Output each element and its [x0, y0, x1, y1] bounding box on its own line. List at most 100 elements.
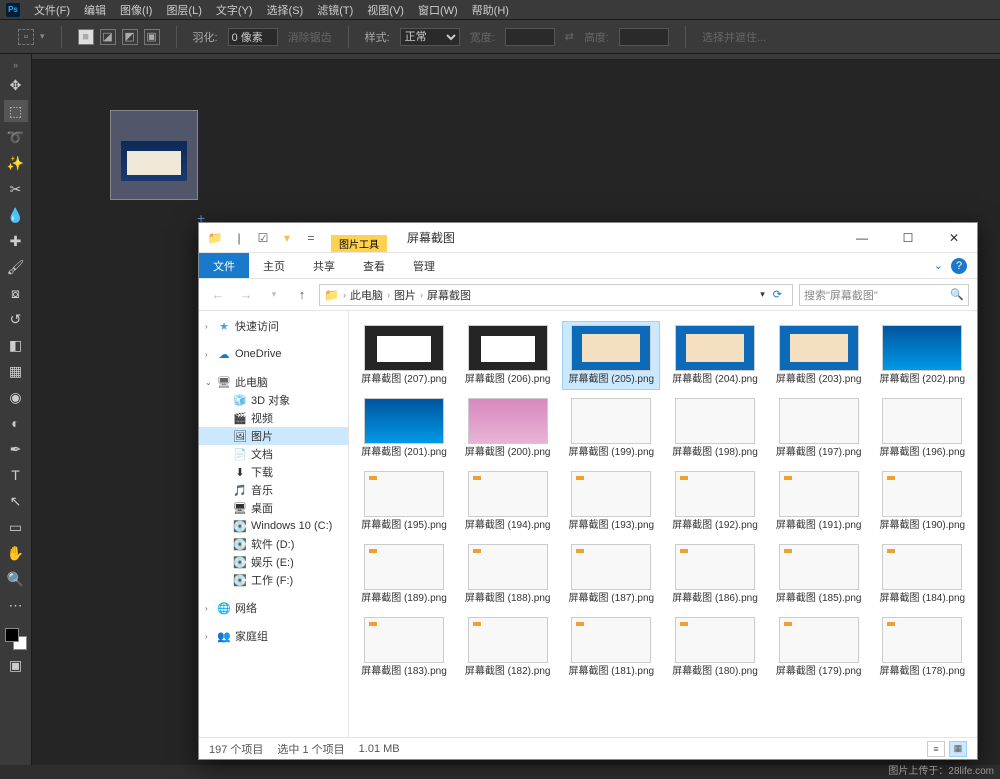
color-swatches[interactable] — [5, 628, 27, 650]
feather-input[interactable] — [228, 28, 278, 46]
file-item[interactable]: 屏幕截图 (201).png — [355, 394, 453, 463]
path-tool[interactable]: ↖ — [4, 490, 28, 512]
move-tool[interactable]: ✥ — [4, 74, 28, 96]
ps-menu-item[interactable]: 滤镜(T) — [317, 2, 353, 18]
selection-intersect-icon[interactable]: ▣ — [144, 29, 160, 45]
file-item[interactable]: 屏幕截图 (203).png — [770, 321, 868, 390]
tree-item[interactable]: 🎬视频 — [199, 409, 348, 427]
ribbon-tab[interactable]: 共享 — [299, 253, 349, 278]
tree-onedrive[interactable]: ›☁OneDrive — [199, 345, 348, 363]
file-item[interactable]: 屏幕截图 (206).png — [459, 321, 557, 390]
ribbon-tab[interactable]: 查看 — [349, 253, 399, 278]
file-item[interactable]: 屏幕截图 (190).png — [873, 467, 971, 536]
tree-item[interactable]: 💽工作 (F:) — [199, 571, 348, 589]
selection-add-icon[interactable]: ◪ — [100, 29, 116, 45]
ps-menu-item[interactable]: 编辑 — [84, 2, 106, 18]
selection-subtract-icon[interactable]: ◩ — [122, 29, 138, 45]
address-dropdown-icon[interactable]: ▾ — [760, 289, 765, 300]
ps-menu-item[interactable]: 选择(S) — [267, 2, 304, 18]
file-item[interactable]: 屏幕截图 (180).png — [666, 613, 764, 682]
brush-tool[interactable]: 🖌 — [4, 256, 28, 278]
file-item[interactable]: 屏幕截图 (194).png — [459, 467, 557, 536]
crumb-screenshots[interactable]: 屏幕截图 — [427, 287, 471, 303]
file-list[interactable]: 屏幕截图 (207).png屏幕截图 (206).png屏幕截图 (205).p… — [349, 311, 977, 737]
dodge-tool[interactable]: ◐ — [4, 412, 28, 434]
ps-menu-item[interactable]: 文字(Y) — [216, 2, 253, 18]
hand-tool[interactable]: ✋ — [4, 542, 28, 564]
tree-item[interactable]: 🧊3D 对象 — [199, 391, 348, 409]
ribbon-tab-manage[interactable]: 管理 — [399, 253, 449, 278]
ribbon-expand-icon[interactable]: ⌄ — [934, 259, 943, 272]
history-brush-tool[interactable]: ↺ — [4, 308, 28, 330]
file-item[interactable]: 屏幕截图 (185).png — [770, 540, 868, 609]
selection-new-icon[interactable]: ■ — [78, 29, 94, 45]
file-item[interactable]: 屏幕截图 (184).png — [873, 540, 971, 609]
tree-item[interactable]: 💽娱乐 (E:) — [199, 553, 348, 571]
crumb-pictures[interactable]: 图片 — [394, 287, 416, 303]
ps-menu-item[interactable]: 视图(V) — [367, 2, 404, 18]
nav-tree[interactable]: ›★快速访问 ›☁OneDrive ⌄🖥此电脑 🧊3D 对象🎬视频🖼图片📄文档⬇… — [199, 311, 349, 737]
file-item[interactable]: 屏幕截图 (186).png — [666, 540, 764, 609]
eraser-tool[interactable]: ◧ — [4, 334, 28, 356]
qat-properties-icon[interactable]: ☑ — [253, 228, 273, 248]
lasso-tool[interactable]: ➰ — [4, 126, 28, 148]
file-item[interactable]: 屏幕截图 (189).png — [355, 540, 453, 609]
crumb-thispc[interactable]: 此电脑 — [350, 287, 383, 303]
tree-homegroup[interactable]: ›👥家庭组 — [199, 627, 348, 645]
heal-tool[interactable]: ✚ — [4, 230, 28, 252]
file-item[interactable]: 屏幕截图 (204).png — [666, 321, 764, 390]
crop-tool[interactable]: ✂ — [4, 178, 28, 200]
qat-customize-icon[interactable]: = — [301, 228, 321, 248]
style-select[interactable]: 正常 — [400, 28, 460, 46]
shape-tool[interactable]: ▭ — [4, 516, 28, 538]
refresh-icon[interactable]: ⟳ — [767, 288, 788, 301]
more-tools[interactable]: ⋯ — [4, 594, 28, 616]
recent-button[interactable]: ▾ — [263, 284, 285, 306]
explorer-titlebar[interactable]: 📁 | ☑ ▾ = 图片工具 屏幕截图 — ☐ ✕ — [199, 223, 977, 253]
tree-item[interactable]: 🖥桌面 — [199, 499, 348, 517]
ribbon-tab[interactable]: 文件 — [199, 253, 249, 278]
ribbon-tab[interactable]: 主页 — [249, 253, 299, 278]
file-item[interactable]: 屏幕截图 (200).png — [459, 394, 557, 463]
blur-tool[interactable]: ◉ — [4, 386, 28, 408]
pen-tool[interactable]: ✒ — [4, 438, 28, 460]
help-icon[interactable]: ? — [951, 258, 967, 274]
qat-newfolder-icon[interactable]: ▾ — [277, 228, 297, 248]
file-item[interactable]: 屏幕截图 (205).png — [562, 321, 660, 390]
file-item[interactable]: 屏幕截图 (207).png — [355, 321, 453, 390]
close-button[interactable]: ✕ — [931, 223, 977, 252]
view-thumbs-icon[interactable]: ▦ — [949, 741, 967, 757]
document-thumbnail[interactable] — [110, 110, 198, 200]
stamp-tool[interactable]: ⧇ — [4, 282, 28, 304]
tree-item[interactable]: 💽软件 (D:) — [199, 535, 348, 553]
tree-item[interactable]: 🖼图片 — [199, 427, 348, 445]
file-item[interactable]: 屏幕截图 (196).png — [873, 394, 971, 463]
tree-item[interactable]: 📄文档 — [199, 445, 348, 463]
file-item[interactable]: 屏幕截图 (187).png — [562, 540, 660, 609]
tree-quick-access[interactable]: ›★快速访问 — [199, 317, 348, 335]
file-item[interactable]: 屏幕截图 (197).png — [770, 394, 868, 463]
quick-mask-tool[interactable]: ▣ — [4, 654, 28, 676]
file-item[interactable]: 屏幕截图 (202).png — [873, 321, 971, 390]
search-box[interactable]: 搜索"屏幕截图" 🔍 — [799, 284, 969, 306]
magic-wand-tool[interactable]: ✨ — [4, 152, 28, 174]
gradient-tool[interactable]: ▦ — [4, 360, 28, 382]
ps-menu-item[interactable]: 文件(F) — [34, 2, 70, 18]
zoom-tool[interactable]: 🔍 — [4, 568, 28, 590]
tree-item[interactable]: ⬇下载 — [199, 463, 348, 481]
marquee-tool[interactable]: ⬚ — [4, 100, 28, 122]
view-details-icon[interactable]: ≡ — [927, 741, 945, 757]
tree-item[interactable]: 💽Windows 10 (C:) — [199, 517, 348, 535]
ps-menu-item[interactable]: 帮助(H) — [472, 2, 509, 18]
file-item[interactable]: 屏幕截图 (192).png — [666, 467, 764, 536]
tree-network[interactable]: ›🌐网络 — [199, 599, 348, 617]
up-button[interactable]: ↑ — [291, 284, 313, 306]
eyedropper-tool[interactable]: 💧 — [4, 204, 28, 226]
file-item[interactable]: 屏幕截图 (183).png — [355, 613, 453, 682]
file-item[interactable]: 屏幕截图 (199).png — [562, 394, 660, 463]
maximize-button[interactable]: ☐ — [885, 223, 931, 252]
file-item[interactable]: 屏幕截图 (193).png — [562, 467, 660, 536]
ps-menu-item[interactable]: 图像(I) — [120, 2, 152, 18]
back-button[interactable]: ← — [207, 284, 229, 306]
tree-thispc[interactable]: ⌄🖥此电脑 — [199, 373, 348, 391]
